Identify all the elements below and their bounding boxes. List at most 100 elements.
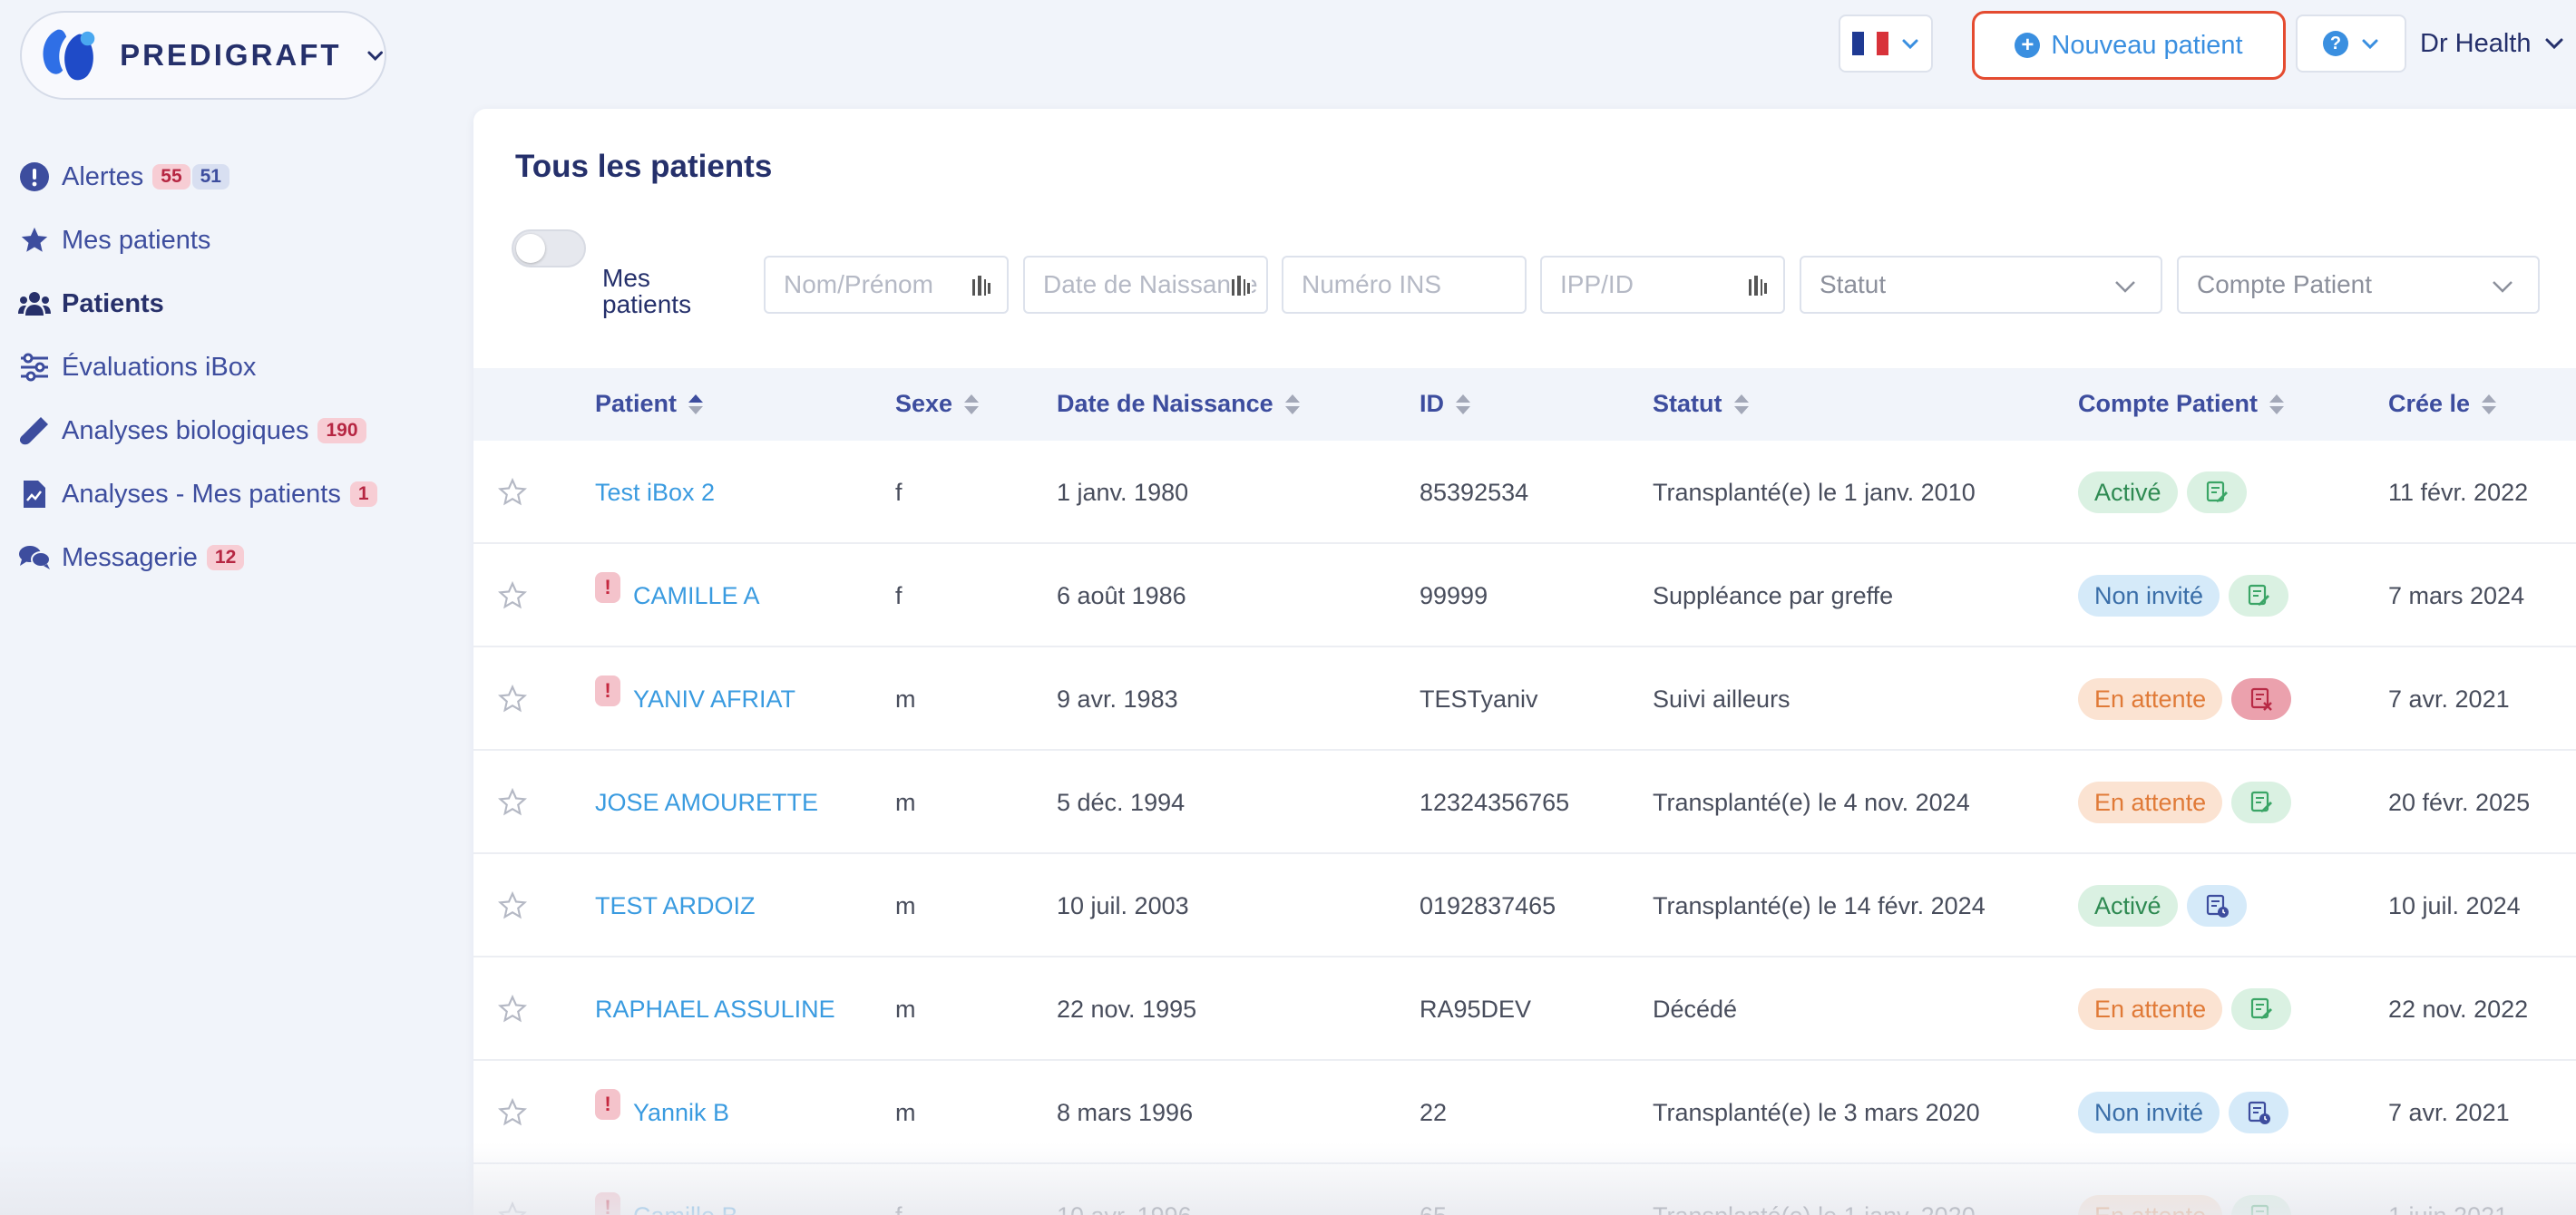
column-header-compte-patient[interactable]: Compte Patient	[2078, 390, 2285, 418]
table-row[interactable]: ! CAMILLE A f 6 août 1986 99999 Suppléance pa…	[473, 544, 2576, 647]
column-header-statut[interactable]: Statut	[1653, 390, 1750, 418]
favorite-star-icon[interactable]	[497, 890, 528, 921]
document-edit-icon[interactable]	[2231, 988, 2292, 1030]
patient-cell: TEST ARDOIZ	[595, 854, 756, 957]
patient-cell: RAPHAEL ASSULINE	[595, 957, 835, 1061]
help-menu[interactable]: ?	[2296, 15, 2406, 73]
sex-cell: f	[895, 478, 903, 506]
sidebar-item-mes-patients[interactable]: Mes patients	[18, 209, 454, 272]
chevron-down-icon	[2545, 38, 2562, 50]
language-selector[interactable]	[1839, 15, 1933, 73]
table-row[interactable]: RAPHAEL ASSULINE m 22 nov. 1995 RA95DEV Décé…	[473, 957, 2576, 1061]
sidebar-item-label: Patients	[62, 288, 164, 318]
favorite-star-icon[interactable]	[497, 994, 528, 1025]
patient-name-link[interactable]: Test iBox 2	[595, 479, 715, 507]
patient-name-link[interactable]: RAPHAEL ASSULINE	[595, 996, 835, 1024]
document-edit-icon[interactable]	[2229, 575, 2289, 617]
sidebar-item-analyses-biologiques[interactable]: Analyses biologiques 190	[18, 399, 454, 462]
favorite-star-icon[interactable]	[497, 580, 528, 611]
document-clock-icon[interactable]	[2186, 885, 2247, 927]
new-patient-button[interactable]: + Nouveau patient	[1972, 11, 2286, 80]
table-row[interactable]: JOSE AMOURETTE m 5 déc. 1994 12324356765 Tra…	[473, 751, 2576, 854]
account-status-badge: Non invité	[2078, 1092, 2220, 1133]
id-cell: 85392534	[1420, 478, 1529, 506]
status-cell: Décédé	[1653, 995, 1738, 1023]
favorite-star-icon[interactable]	[497, 1097, 528, 1128]
sidebar-item-messagerie[interactable]: Messagerie 12	[18, 526, 454, 589]
account-cell: En attente	[2078, 957, 2292, 1061]
table-header: Patient Sexe Date de Naissance ID Statut Comp…	[473, 368, 2576, 441]
column-header-sexe[interactable]: Sexe	[895, 390, 980, 418]
alert-count-badge: 55	[152, 164, 190, 190]
patient-cell: ! YANIV AFRIAT	[595, 647, 795, 751]
alert-count-badge-secondary: 51	[191, 164, 229, 190]
patient-name-link[interactable]: TEST ARDOIZ	[595, 892, 756, 920]
french-flag-icon	[1852, 32, 1888, 55]
barcode-icon	[972, 276, 990, 296]
table-row[interactable]: TEST ARDOIZ m 10 juil. 2003 0192837465 Trans…	[473, 854, 2576, 957]
created-date-cell: 7 avr. 2021	[2388, 685, 2510, 713]
barcode-icon	[1749, 276, 1767, 296]
created-date-cell: 7 mars 2024	[2388, 581, 2525, 609]
account-filter-select[interactable]: Compte Patient	[2177, 256, 2540, 314]
dob-cell: 1 janv. 1980	[1057, 478, 1189, 506]
id-cell: 99999	[1420, 581, 1488, 609]
column-header-cree-le[interactable]: Crée le	[2388, 390, 2497, 418]
chat-icon	[18, 541, 51, 574]
column-header-id[interactable]: ID	[1420, 390, 1471, 418]
sidebar-item-alertes[interactable]: Alertes 55 51	[18, 145, 454, 209]
favorite-star-icon[interactable]	[497, 787, 528, 818]
status-cell: Transplanté(e) le 4 nov. 2024	[1653, 788, 1970, 816]
patient-cell: ! CAMILLE A	[595, 544, 760, 647]
test-tube-icon	[18, 414, 51, 447]
patient-cell: Test iBox 2	[595, 441, 715, 544]
sidebar-item-label: Analyses - Mes patients	[62, 479, 341, 509]
user-menu[interactable]: Dr Health	[2420, 24, 2564, 63]
my-patients-toggle[interactable]	[512, 229, 586, 267]
created-date-cell: 22 nov. 2022	[2388, 995, 2529, 1023]
patient-name-link[interactable]: JOSE AMOURETTE	[595, 789, 818, 817]
column-header-date-naissance[interactable]: Date de Naissance	[1057, 390, 1301, 418]
ins-filter-input[interactable]: Numéro INS	[1282, 256, 1527, 314]
account-status-badge: Activé	[2078, 471, 2178, 513]
document-cancel-icon[interactable]	[2231, 678, 2292, 720]
patient-name-link[interactable]: YANIV AFRIAT	[633, 685, 795, 714]
document-edit-icon[interactable]	[2231, 782, 2292, 823]
favorite-star-icon[interactable]	[497, 684, 528, 714]
alert-circle-icon	[18, 160, 51, 193]
brand-switcher[interactable]: PREDIGRAFT	[20, 11, 386, 100]
account-status-badge: En attente	[2078, 988, 2223, 1030]
patient-name-link[interactable]: CAMILLE A	[633, 582, 760, 610]
favorite-star-icon[interactable]	[497, 477, 528, 508]
patient-name-link[interactable]: Yannik B	[633, 1099, 729, 1127]
alert-icon: !	[595, 1089, 620, 1120]
dob-filter-input[interactable]: Date de Naissance	[1023, 256, 1268, 314]
sidebar-item-analyses-mes-patients[interactable]: Analyses - Mes patients 1	[18, 462, 454, 526]
brand-name: PREDIGRAFT	[120, 38, 342, 72]
status-filter-select[interactable]: Statut	[1800, 256, 2162, 314]
bottom-fade	[0, 1142, 2576, 1215]
chevron-down-icon	[2493, 281, 2513, 293]
ipp-filter-placeholder: IPP/ID	[1560, 270, 1634, 298]
column-header-patient[interactable]: Patient	[595, 390, 704, 418]
sidebar-item-label: Évaluations iBox	[62, 352, 257, 382]
count-badge: 12	[206, 545, 245, 570]
sidebar-nav: Alertes 55 51 Mes patients Patients Éval…	[18, 145, 454, 589]
ipp-filter-input[interactable]: IPP/ID	[1540, 256, 1785, 314]
sort-icon	[2269, 394, 2285, 414]
column-header-label: Date de Naissance	[1057, 390, 1273, 417]
document-edit-icon[interactable]	[2186, 471, 2247, 513]
sidebar-item-patients[interactable]: Patients	[18, 272, 454, 335]
name-filter-input[interactable]: Nom/Prénom	[764, 256, 1009, 314]
sidebar-item-evaluations-ibox[interactable]: Évaluations iBox	[18, 335, 454, 399]
document-clock-icon[interactable]	[2229, 1092, 2289, 1133]
sort-icon	[2482, 394, 2497, 414]
star-icon	[18, 224, 51, 257]
sidebar-item-label: Mes patients	[62, 225, 211, 255]
table-row[interactable]: Test iBox 2 f 1 janv. 1980 85392534 Transpla…	[473, 441, 2576, 544]
table-row[interactable]: ! YANIV AFRIAT m 9 avr. 1983 TESTyaniv Suivi …	[473, 647, 2576, 751]
patients-card: Tous les patients Mes patients Nom/Préno…	[473, 109, 2576, 1215]
chevron-down-icon	[1902, 39, 1918, 50]
chevron-down-icon	[2115, 281, 2135, 293]
account-cell: Activé	[2078, 441, 2247, 544]
